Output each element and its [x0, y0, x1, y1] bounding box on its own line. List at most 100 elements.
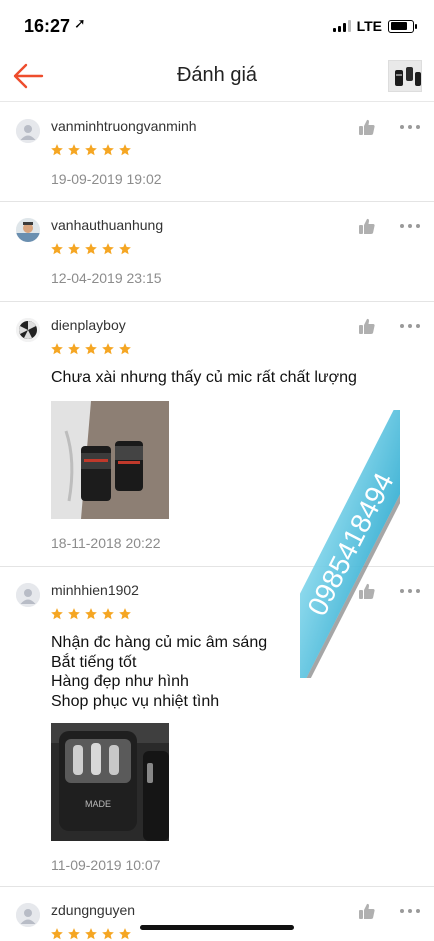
- more-options-button[interactable]: [400, 902, 420, 920]
- thumbs-up-icon: [359, 583, 375, 599]
- thumbs-up-icon: [359, 119, 375, 135]
- more-icon-dot: [416, 589, 420, 593]
- review-item: vanhauthuanhung 12-04-2019 23:15: [0, 202, 434, 302]
- star-icon: [102, 928, 114, 940]
- review-username[interactable]: zdungnguyen: [51, 902, 135, 918]
- review-item: minhhien1902 Nhận đc hàng củ mic âm sáng…: [0, 567, 434, 887]
- page-title: Đánh giá: [176, 64, 258, 86]
- review-date: 11-09-2019 10:07: [51, 857, 161, 873]
- star-icon: [51, 243, 63, 255]
- review-username[interactable]: vanhauthuanhung: [51, 217, 163, 233]
- star-icon: [51, 343, 63, 355]
- status-time: 16:27: [24, 16, 71, 36]
- default-avatar-icon: [16, 903, 40, 927]
- signal-icon: [332, 20, 351, 32]
- user-photo-avatar: [16, 218, 40, 242]
- status-indicators: LTE: [332, 18, 417, 34]
- home-indicator: [140, 925, 294, 930]
- rating-stars: [50, 607, 132, 621]
- star-icon: [85, 144, 97, 156]
- more-icon-dot: [416, 324, 420, 328]
- product-image: [389, 61, 421, 91]
- review-comment-line: Shop phục vụ nhiệt tình: [51, 692, 220, 710]
- like-button[interactable]: [358, 317, 376, 335]
- review-date: 19-09-2019 19:02: [51, 171, 162, 187]
- more-icon-dot: [400, 125, 404, 129]
- thumbs-up-icon: [359, 318, 375, 334]
- thumbs-up-icon: [359, 218, 375, 234]
- like-button[interactable]: [358, 217, 376, 235]
- star-icon: [51, 608, 63, 620]
- network-type: LTE: [356, 18, 382, 34]
- more-icon-dot: [416, 224, 420, 228]
- star-icon: [102, 144, 114, 156]
- review-comment-line: Nhận đc hàng củ mic âm sáng: [51, 634, 268, 651]
- more-icon-dot: [400, 324, 404, 328]
- review-username[interactable]: minhhien1902: [51, 582, 139, 598]
- avatar[interactable]: [16, 903, 40, 927]
- rating-stars: [50, 242, 132, 256]
- review-photo-image: MADE: [51, 723, 169, 841]
- star-icon: [68, 928, 80, 940]
- star-icon: [68, 343, 80, 355]
- header: Đánh giá: [0, 50, 434, 102]
- review-username[interactable]: vanminhtruongvanminh: [51, 118, 197, 134]
- review-comment: Chưa xài nhưng thấy củ mic rất chất lượn…: [51, 368, 357, 388]
- battery-level: [390, 22, 408, 30]
- star-icon: [51, 144, 63, 156]
- like-button[interactable]: [358, 902, 376, 920]
- more-icon-dot: [408, 909, 412, 913]
- rating-stars: [50, 927, 132, 941]
- star-icon: [119, 928, 131, 940]
- like-button[interactable]: [358, 118, 376, 136]
- default-avatar-icon: [16, 583, 40, 607]
- rating-stars: [50, 143, 132, 157]
- review-date: 12-04-2019 23:15: [51, 270, 162, 286]
- more-options-button[interactable]: [400, 582, 420, 600]
- star-icon: [68, 144, 80, 156]
- avatar[interactable]: [16, 318, 40, 342]
- review-list: vanminhtruongvanminh 19-09-2019 19:02 va…: [0, 103, 434, 941]
- more-options-button[interactable]: [400, 317, 420, 335]
- review-comment-line: Bắt tiếng tốt: [51, 653, 137, 671]
- user-photo-avatar: [16, 318, 40, 342]
- status-bar: 16:27 ➚ LTE: [0, 0, 434, 50]
- more-options-button[interactable]: [400, 118, 420, 136]
- more-icon-dot: [400, 589, 404, 593]
- more-icon-dot: [416, 125, 420, 129]
- review-item: dienplayboy Chưa xài nhưng thấy củ mic r…: [0, 302, 434, 567]
- more-icon-dot: [416, 909, 420, 913]
- more-icon-dot: [400, 909, 404, 913]
- default-avatar-icon: [16, 119, 40, 143]
- review-photo-image: [51, 401, 169, 519]
- avatar[interactable]: [16, 218, 40, 242]
- star-icon: [102, 608, 114, 620]
- review-photo[interactable]: [51, 401, 169, 519]
- like-button[interactable]: [358, 582, 376, 600]
- more-icon-dot: [408, 324, 412, 328]
- avatar[interactable]: [16, 119, 40, 143]
- review-item: zdungnguyen: [0, 887, 434, 941]
- review-photo[interactable]: MADE: [51, 723, 169, 841]
- star-icon: [119, 243, 131, 255]
- review-username[interactable]: dienplayboy: [51, 317, 126, 333]
- rating-stars: [50, 342, 132, 356]
- review-comment-line: Chưa xài nhưng thấy củ mic rất chất lượn…: [51, 369, 357, 386]
- star-icon: [102, 343, 114, 355]
- star-icon: [85, 343, 97, 355]
- battery-icon: [388, 19, 417, 33]
- more-icon-dot: [408, 589, 412, 593]
- star-icon: [119, 343, 131, 355]
- more-icon-dot: [408, 125, 412, 129]
- review-date: 18-11-2018 20:22: [51, 535, 161, 551]
- star-icon: [68, 243, 80, 255]
- review-comment-line: Hàng đẹp như hình: [51, 673, 189, 690]
- more-options-button[interactable]: [400, 217, 420, 235]
- more-icon-dot: [408, 224, 412, 228]
- review-comment: Nhận đc hàng củ mic âm sáng Bắt tiếng tố…: [51, 633, 267, 711]
- product-thumbnail[interactable]: [388, 60, 422, 92]
- star-icon: [119, 608, 131, 620]
- avatar[interactable]: [16, 583, 40, 607]
- star-icon: [51, 928, 63, 940]
- review-item: vanminhtruongvanminh 19-09-2019 19:02: [0, 103, 434, 202]
